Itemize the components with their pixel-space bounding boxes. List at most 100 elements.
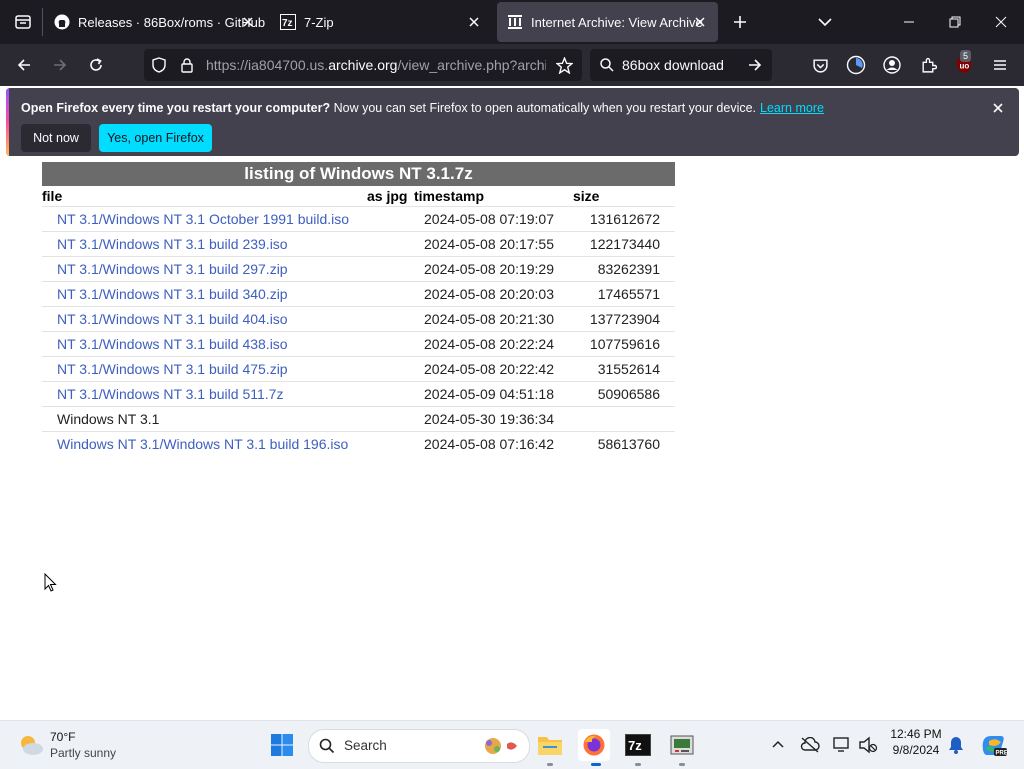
windows-logo-icon <box>271 734 293 756</box>
file-link[interactable]: NT 3.1/Windows NT 3.1 October 1991 build… <box>57 211 349 227</box>
archive-icon <box>507 14 523 30</box>
file-link[interactable]: NT 3.1/Windows NT 3.1 build 404.iso <box>57 311 288 327</box>
navigation-toolbar: https://ia804700.us.archive.org/view_arc… <box>0 44 1024 86</box>
table-row: NT 3.1/Windows NT 3.1 build 239.iso 2024… <box>42 231 675 257</box>
lock-icon[interactable] <box>179 57 195 78</box>
svg-text:7z: 7z <box>282 18 293 29</box>
url-bar[interactable]: https://ia804700.us.archive.org/view_arc… <box>144 49 582 81</box>
column-header-jpg: as jpg <box>367 188 408 204</box>
url-suffix: /view_archive.php?archive= <box>397 57 546 73</box>
clock[interactable]: 12:46 PM 9/8/2024 <box>886 727 946 757</box>
timestamp: 2024-05-08 20:22:24 <box>424 336 554 352</box>
listing-title: listing of Windows NT 3.1.7z <box>42 162 675 186</box>
search-icon <box>599 57 615 78</box>
notification-message: Open Firefox every time you restart your… <box>21 101 824 115</box>
url-prefix: https://ia804700.us. <box>206 57 329 73</box>
file-size: 122173440 <box>589 236 660 252</box>
file-size: 17465571 <box>597 286 660 302</box>
timestamp: 2024-05-08 07:16:42 <box>424 436 554 452</box>
learn-more-link[interactable]: Learn more <box>760 101 824 115</box>
start-button[interactable] <box>266 729 298 761</box>
ublock-origin-button[interactable]: uo 5 <box>950 50 978 79</box>
taskbar-file-explorer[interactable] <box>534 729 566 761</box>
reload-button[interactable] <box>82 51 110 79</box>
close-icon[interactable] <box>466 14 482 30</box>
restore-button[interactable] <box>932 0 978 44</box>
show-hidden-icons-button[interactable] <box>764 729 792 761</box>
cloud-offline-icon <box>800 737 820 753</box>
running-indicator <box>547 763 553 766</box>
taskbar-86box[interactable] <box>666 729 698 761</box>
notification-bold-text: Open Firefox every time you restart your… <box>21 101 331 115</box>
svg-text:uo: uo <box>960 62 970 71</box>
new-tab-button[interactable] <box>717 0 763 44</box>
list-all-tabs-button[interactable] <box>802 0 848 44</box>
github-icon <box>54 14 70 30</box>
firefox-icon <box>583 734 605 756</box>
chevron-down-icon <box>818 18 832 27</box>
search-bar[interactable]: 86box download <box>590 49 772 81</box>
forward-button[interactable] <box>46 51 74 79</box>
timestamp: 2024-05-08 07:19:07 <box>424 211 554 227</box>
weather-desc: Partly sunny <box>50 746 117 760</box>
taskbar-7zip[interactable]: 7z <box>622 729 654 761</box>
svg-text:7z: 7z <box>628 738 642 753</box>
copilot-icon: PRE <box>982 736 1007 757</box>
minimize-icon <box>904 21 914 23</box>
yes-open-firefox-button[interactable]: Yes, open Firefox <box>99 124 212 152</box>
tab-internet-archive[interactable]: Internet Archive: View Archive <box>497 2 718 42</box>
network-tray[interactable] <box>828 729 856 761</box>
tab-bar: Releases · 86Box/roms · GitHub 7z 7-Zip … <box>0 0 1024 44</box>
back-button[interactable] <box>10 51 38 79</box>
partly-sunny-icon <box>21 736 43 755</box>
tab-github[interactable]: Releases · 86Box/roms · GitHub <box>44 2 266 42</box>
taskbar-search-box[interactable]: Search <box>308 729 530 763</box>
onedrive-tray[interactable] <box>796 729 824 761</box>
menu-button[interactable] <box>986 51 1014 79</box>
file-size: 83262391 <box>597 261 660 277</box>
ublock-badge: 5 <box>960 50 972 62</box>
close-icon[interactable] <box>692 14 708 30</box>
file-link[interactable]: Windows NT 3.1/Windows NT 3.1 build 196.… <box>57 436 348 452</box>
file-link[interactable]: NT 3.1/Windows NT 3.1 build 475.zip <box>57 361 288 377</box>
file-link[interactable]: NT 3.1/Windows NT 3.1 build 297.zip <box>57 261 288 277</box>
account-button[interactable] <box>878 51 906 79</box>
close-icon[interactable] <box>240 14 256 30</box>
window-close-button[interactable] <box>978 0 1024 44</box>
go-arrow-icon[interactable] <box>747 57 763 78</box>
table-row: Windows NT 3.1 2024-05-30 19:36:34 <box>42 406 675 432</box>
url-text[interactable]: https://ia804700.us.archive.org/view_arc… <box>206 57 546 73</box>
windows-taskbar: 70°F Partly sunny Search 7z 12:46 PM 9/8… <box>0 720 1024 769</box>
table-row: Windows NT 3.1/Windows NT 3.1 build 196.… <box>42 431 675 457</box>
file-link[interactable]: NT 3.1/Windows NT 3.1 build 239.iso <box>57 236 288 252</box>
bell-icon <box>949 737 963 754</box>
bookmark-star-icon[interactable] <box>555 56 574 79</box>
7zip-icon: 7z <box>625 734 651 756</box>
file-link[interactable]: NT 3.1/Windows NT 3.1 build 438.iso <box>57 336 288 352</box>
folder-icon <box>538 737 562 755</box>
tab-7zip[interactable]: 7z 7-Zip <box>270 2 492 42</box>
table-row: NT 3.1/Windows NT 3.1 October 1991 build… <box>42 206 675 232</box>
volume-tray[interactable] <box>854 729 882 761</box>
speaker-muted-icon <box>859 736 878 754</box>
shield-icon[interactable] <box>151 57 167 78</box>
taskbar-firefox[interactable] <box>578 729 610 761</box>
minimize-button[interactable] <box>886 0 932 44</box>
not-now-button[interactable]: Not now <box>21 124 91 152</box>
file-size: 31552614 <box>597 361 660 377</box>
close-icon[interactable] <box>990 100 1006 116</box>
tab-list-icon <box>15 15 31 29</box>
restore-icon <box>949 16 961 28</box>
extension-button[interactable] <box>842 51 870 79</box>
pocket-button[interactable] <box>806 51 834 79</box>
tab-list-button[interactable] <box>0 0 46 44</box>
url-domain: archive.org <box>328 57 398 73</box>
firefox-notification-bar: Open Firefox every time you restart your… <box>6 88 1019 156</box>
file-link[interactable]: NT 3.1/Windows NT 3.1 build 511.7z <box>57 386 283 402</box>
timestamp: 2024-05-08 20:22:42 <box>424 361 554 377</box>
file-link[interactable]: NT 3.1/Windows NT 3.1 build 340.zip <box>57 286 288 302</box>
search-input[interactable]: 86box download <box>622 57 724 73</box>
extensions-button[interactable] <box>914 51 942 79</box>
notifications-button[interactable] <box>944 729 968 761</box>
copilot-button[interactable]: PRE <box>976 729 1010 761</box>
